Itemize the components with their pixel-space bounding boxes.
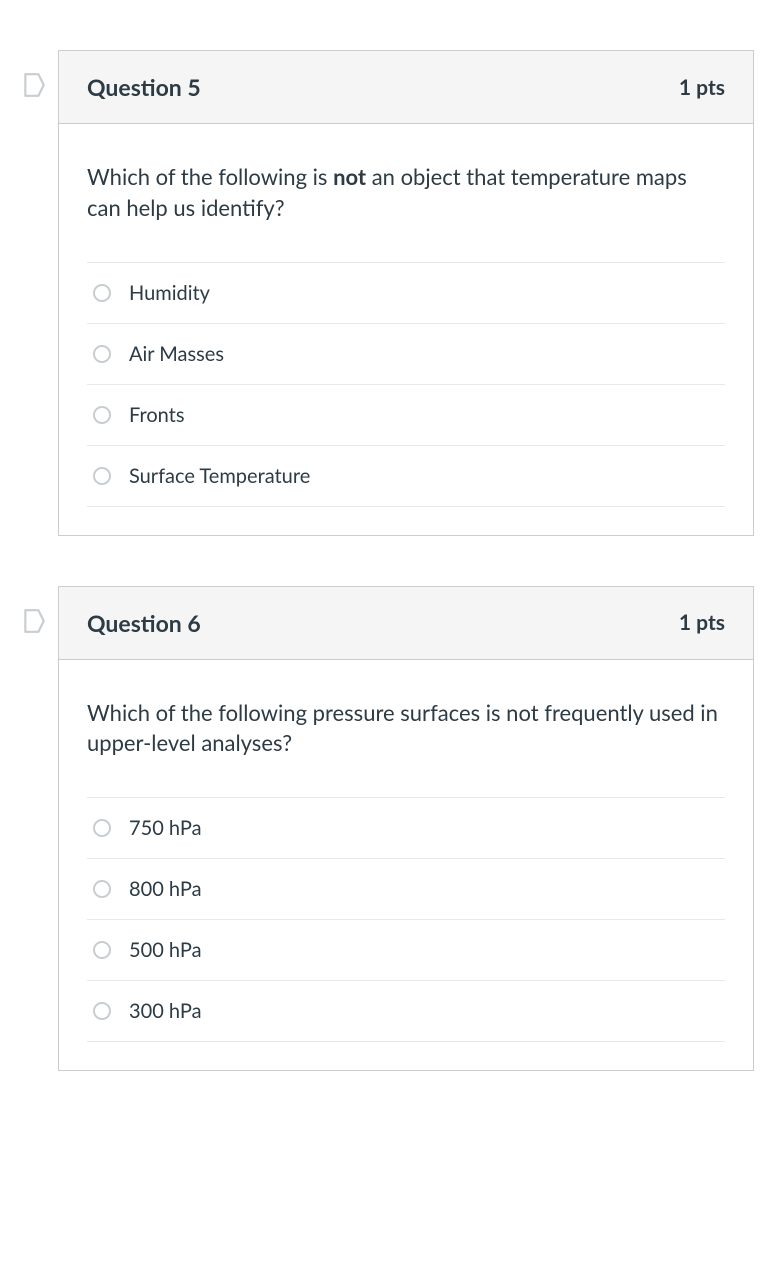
prompt-pre: Which of the following pressure surfaces…: [87, 699, 718, 757]
option-row[interactable]: 500 hPa: [87, 920, 725, 981]
question-title: Question 5: [87, 73, 201, 101]
option-label: 750 hPa: [129, 816, 202, 840]
question-prompt: Which of the following pressure surfaces…: [87, 698, 725, 760]
question-body: Which of the following pressure surfaces…: [59, 660, 753, 1071]
radio-icon[interactable]: [93, 345, 111, 363]
radio-icon[interactable]: [93, 819, 111, 837]
question-points: 1 pts: [679, 75, 725, 100]
option-label: 300 hPa: [129, 999, 202, 1023]
question-marker-icon: [10, 50, 58, 98]
radio-icon[interactable]: [93, 880, 111, 898]
radio-icon[interactable]: [93, 284, 111, 302]
question-card: Question 6 1 pts Which of the following …: [58, 586, 754, 1072]
radio-icon[interactable]: [93, 406, 111, 424]
option-label: Air Masses: [129, 342, 224, 366]
option-label: 800 hPa: [129, 877, 202, 901]
bookmark-outline-icon: [23, 608, 45, 634]
prompt-bold: not: [333, 163, 366, 190]
option-row[interactable]: Fronts: [87, 385, 725, 446]
radio-icon[interactable]: [93, 1002, 111, 1020]
question-points: 1 pts: [679, 610, 725, 635]
option-row[interactable]: 750 hPa: [87, 798, 725, 859]
question-header: Question 5 1 pts: [59, 51, 753, 124]
question-header: Question 6 1 pts: [59, 587, 753, 660]
question-body: Which of the following is not an object …: [59, 124, 753, 535]
options-list: Humidity Air Masses Fronts Surface Tempe…: [87, 262, 725, 507]
option-label: Humidity: [129, 281, 210, 305]
option-row[interactable]: 300 hPa: [87, 981, 725, 1042]
question-marker-icon: [10, 586, 58, 634]
radio-icon[interactable]: [93, 941, 111, 959]
options-list: 750 hPa 800 hPa 500 hPa 300 hPa: [87, 797, 725, 1042]
bookmark-outline-icon: [23, 72, 45, 98]
question-card: Question 5 1 pts Which of the following …: [58, 50, 754, 536]
option-row[interactable]: Air Masses: [87, 324, 725, 385]
option-label: Surface Temperature: [129, 464, 310, 488]
option-row[interactable]: Surface Temperature: [87, 446, 725, 507]
option-label: 500 hPa: [129, 938, 202, 962]
option-row[interactable]: Humidity: [87, 263, 725, 324]
radio-icon[interactable]: [93, 467, 111, 485]
question-title: Question 6: [87, 609, 201, 637]
question-6-wrapper: Question 6 1 pts Which of the following …: [10, 586, 754, 1072]
question-5-wrapper: Question 5 1 pts Which of the following …: [10, 50, 754, 536]
question-prompt: Which of the following is not an object …: [87, 162, 725, 224]
prompt-pre: Which of the following is: [87, 163, 333, 190]
option-row[interactable]: 800 hPa: [87, 859, 725, 920]
option-label: Fronts: [129, 403, 185, 427]
